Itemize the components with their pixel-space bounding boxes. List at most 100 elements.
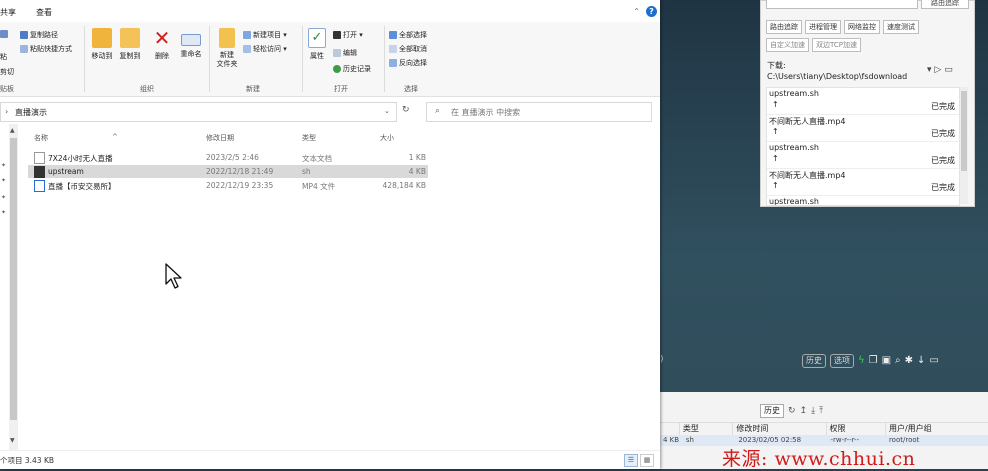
custom-accel-button[interactable]: 自定义加速 <box>766 38 809 52</box>
table-row[interactable]: upstream 2022/12/18 21:49 sh 4 KB <box>28 165 428 178</box>
col-date[interactable]: 修改日期 <box>206 133 234 143</box>
delete-button[interactable]: ✕ 删除 <box>152 28 172 61</box>
route-trace-button[interactable]: 路由追踪 <box>766 20 802 34</box>
move-folder-icon <box>92 28 112 48</box>
select-none-button[interactable]: 全部取消 <box>389 44 427 54</box>
download-item[interactable]: 不间断无人直播.mp4 ↑ 已完成 <box>767 115 959 142</box>
pin-icon[interactable]: ✦ <box>1 162 6 169</box>
invert-selection-button[interactable]: 反向选择 <box>389 58 427 68</box>
file-history-button[interactable]: 历史 <box>760 404 784 418</box>
chevron-down-icon[interactable]: ⌄ <box>384 107 390 115</box>
dual-tcp-accel-button[interactable]: 双边TCP加速 <box>812 38 861 52</box>
col-type[interactable]: 类型 <box>680 423 734 435</box>
download-item[interactable]: 不间断无人直播.mp4 ↑ 已完成 <box>767 169 959 196</box>
chevron-up-icon[interactable]: ⌃ <box>633 7 640 16</box>
cut-button[interactable]: 剪切 <box>0 67 14 77</box>
ribbon-tabs: 共享 查看 <box>0 7 52 18</box>
paste-button[interactable] <box>0 30 8 38</box>
col-type[interactable]: 类型 <box>302 133 316 143</box>
select-none-icon <box>389 45 397 53</box>
ribbon-controls: ⌃ ? <box>633 6 657 17</box>
copy-icon[interactable]: ❐ <box>869 355 878 366</box>
dropdown-icon[interactable]: ▾ <box>927 65 932 75</box>
col-owner[interactable]: 用户/用户组 <box>886 423 988 435</box>
gear-icon[interactable]: ✱ <box>905 355 913 366</box>
select-all-button[interactable]: 全部选择 <box>389 30 427 40</box>
table-row[interactable]: 直播【币安交易所】 2022/12/19 23:35 MP4 文件 428,18… <box>28 179 428 192</box>
ribbon-divider <box>84 26 85 92</box>
new-item-button[interactable]: 新建项目 ▾ <box>243 30 287 40</box>
properties-button[interactable]: ✓ 属性 <box>306 28 328 61</box>
options-button[interactable]: 选项 <box>830 353 854 368</box>
scroll-up-icon[interactable]: ▲ <box>10 127 15 134</box>
scrollbar-thumb[interactable] <box>10 138 17 420</box>
new-folder-button[interactable]: 新建 文件夹 <box>214 28 240 69</box>
copy-to-button[interactable]: 复制到 <box>118 28 142 61</box>
move-to-button[interactable]: 移动到 <box>90 28 114 61</box>
pin-icon[interactable]: ✦ <box>1 209 6 216</box>
col-modified[interactable]: 修改时间 <box>733 423 827 435</box>
open-icon <box>333 31 341 39</box>
large-icons-view-icon[interactable]: ▦ <box>640 454 654 467</box>
lightning-icon[interactable]: ϟ <box>858 355 865 366</box>
details-view-icon[interactable]: ☰ <box>624 454 638 467</box>
history-button[interactable]: 历史 <box>802 353 826 368</box>
network-monitor-button[interactable]: 网络监控 <box>844 20 880 34</box>
open-folder-icon[interactable]: ▷ <box>934 65 941 75</box>
download-list: upstream.sh ↑ 已完成 不间断无人直播.mp4 ↑ 已完成 upst… <box>766 87 960 206</box>
group-label-new: 新建 <box>246 85 260 93</box>
pin-icon[interactable]: ✦ <box>1 177 6 184</box>
download-icon[interactable]: ⤓ <box>811 406 815 416</box>
chevron-right-icon[interactable]: › <box>5 107 8 116</box>
edit-button[interactable]: 编辑 <box>333 48 357 58</box>
up-dir-icon[interactable]: ↥ <box>800 406 808 416</box>
download-item[interactable]: upstream.sh ↑ 已完成 <box>767 88 959 115</box>
paste-shortcut-button[interactable]: 粘贴快捷方式 <box>20 44 72 54</box>
arrow-up-icon: ↑ <box>772 100 779 109</box>
top-action-button[interactable]: 路由追踪 <box>921 0 969 9</box>
folder-icon[interactable]: ▭ <box>944 65 953 75</box>
download-path-controls[interactable]: ▾ ▷ ▭ <box>927 65 953 75</box>
download-item[interactable]: upstream.sh ↑ 已完成 <box>767 142 959 169</box>
rename-icon <box>181 34 201 46</box>
mouse-cursor-icon <box>165 263 182 289</box>
paste-icon[interactable]: ▣ <box>882 355 891 366</box>
upload-icon[interactable]: ⤒ <box>819 406 823 416</box>
group-label-clipboard: 贴板 <box>0 85 14 93</box>
paste-frag[interactable]: 粘 <box>0 52 7 62</box>
copy-folder-icon <box>120 28 140 48</box>
copy-path-button[interactable]: 复制路径 <box>20 30 58 40</box>
help-icon[interactable]: ? <box>646 6 657 17</box>
easy-access-button[interactable]: 轻松访问 ▾ <box>243 44 287 54</box>
table-row[interactable]: 7X24小时无人直播 2023/2/5 2:46 文本文档 1 KB <box>28 151 428 164</box>
download-list-scrollbar[interactable] <box>960 87 968 204</box>
speed-test-button[interactable]: 速度测试 <box>883 20 919 34</box>
history-button[interactable]: 历史记录 <box>333 64 371 74</box>
download-icon[interactable]: ↓ <box>917 355 925 366</box>
scrollbar-thumb[interactable] <box>961 91 967 171</box>
col-size[interactable]: 大小 <box>380 133 394 143</box>
address-bar[interactable]: › 直播演示 ⌄ <box>0 102 397 122</box>
download-item[interactable]: upstream.sh <box>767 196 959 205</box>
ribbon-divider <box>384 26 385 92</box>
pin-icon[interactable]: ✦ <box>1 194 6 201</box>
file-explorer-window: 共享 查看 ⌃ ? 粘 剪切 复制路径 粘贴快捷方式 贴板 移动到 复制到 ✕ 删… <box>0 0 660 469</box>
scroll-down-icon[interactable]: ▼ <box>10 437 15 444</box>
breadcrumb[interactable]: 直播演示 <box>15 107 47 118</box>
refresh-icon[interactable]: ↻ <box>788 406 796 416</box>
col-name[interactable]: 名称 <box>34 133 48 143</box>
rename-button[interactable]: 重命名 <box>178 28 204 59</box>
tab-view[interactable]: 查看 <box>36 7 52 18</box>
tab-share[interactable]: 共享 <box>0 7 16 18</box>
panel-input[interactable] <box>766 0 918 9</box>
search-icon[interactable]: ⌕ <box>895 355 901 366</box>
nav-scrollbar[interactable] <box>9 124 18 450</box>
history-icon <box>333 65 341 73</box>
open-button[interactable]: 打开 ▾ <box>333 30 363 40</box>
search-input[interactable]: ⌕ 在 直播演示 中搜索 <box>426 102 652 122</box>
col-perms[interactable]: 权限 <box>827 423 886 435</box>
process-manager-button[interactable]: 进程管理 <box>805 20 841 34</box>
clipboard-icon <box>0 30 8 38</box>
window-icon[interactable]: ▭ <box>929 355 938 366</box>
refresh-icon[interactable]: ↻ <box>402 105 410 115</box>
